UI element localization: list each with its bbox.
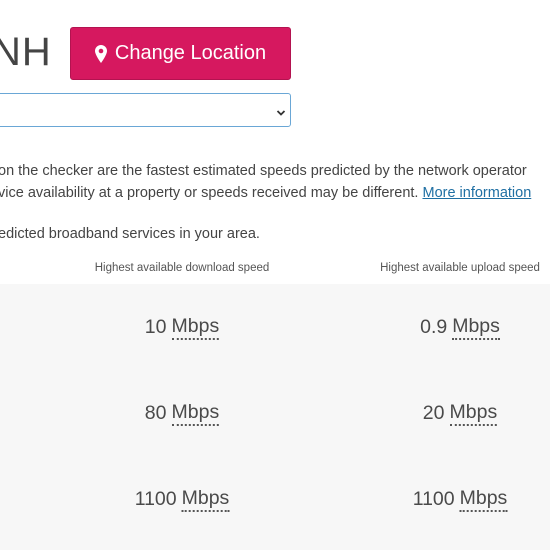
map-pin-icon [94,44,107,63]
download-speed-value: 1100 [134,487,177,510]
address-select[interactable] [0,93,291,127]
upload-speed-unit[interactable]: Mbps [459,487,508,512]
intro-text: edicted broadband services in your area. [0,226,260,242]
upload-speed-unit[interactable]: Mbps [449,401,498,426]
upload-speed-unit[interactable]: Mbps [452,315,500,340]
download-speed-cell: 1100 Mbps [135,456,230,542]
change-location-button[interactable]: Change Location [70,27,291,80]
change-location-label: Change Location [114,42,267,64]
postcode-heading: NH [0,30,52,74]
speed-disclaimer: on the checker are the fastest estimated… [0,160,550,204]
download-speed-value: 80 [144,401,167,424]
download-speed-unit[interactable]: Mbps [171,401,220,426]
upload-speed-value: 0.9 [420,315,448,338]
upload-speed-cell: 20 Mbps [422,370,498,456]
upload-speed-cell: 0.9 Mbps [420,284,500,370]
speed-table: 10 Mbps 0.9 Mbps 80 Mbps 20 Mbps 1100 Mbps 11… [0,284,550,550]
download-speed-cell: 10 Mbps [144,284,220,370]
download-speed-value: 10 [144,315,167,338]
upload-speed-header: Highest available upload speed [380,262,540,274]
table-row: 1100 Mbps 1100 Mbps [0,456,550,542]
upload-speed-value: 20 [422,401,445,424]
download-speed-header: Highest available download speed [94,262,270,274]
download-speed-cell: 80 Mbps [144,370,220,456]
disclaimer-line-1: on the checker are the fastest estimated… [0,163,527,179]
upload-speed-cell: 1100 Mbps [413,456,508,542]
table-row: 80 Mbps 20 Mbps [0,370,550,456]
table-row: 10 Mbps 0.9 Mbps [0,284,550,370]
chevron-down-icon [276,105,286,116]
download-speed-unit[interactable]: Mbps [171,315,220,340]
disclaimer-line-2: vice availability at a property or speed… [0,185,532,201]
more-information-link[interactable]: More information [422,185,531,201]
download-speed-unit[interactable]: Mbps [181,487,230,512]
upload-speed-value: 1100 [412,487,455,510]
